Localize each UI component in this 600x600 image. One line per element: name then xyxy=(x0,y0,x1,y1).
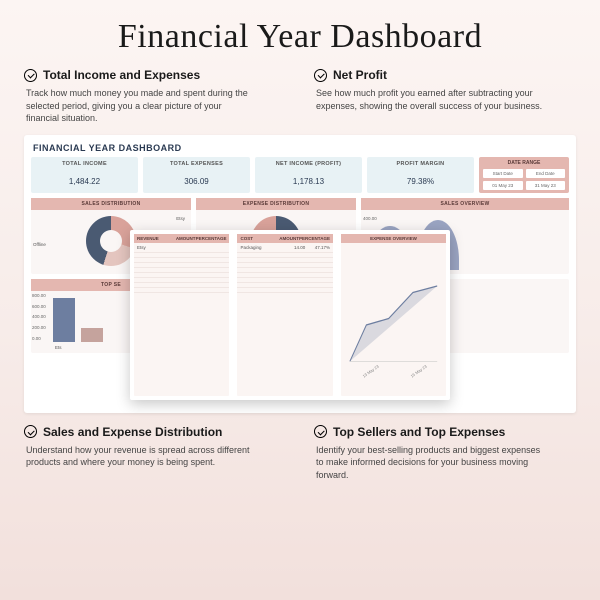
donut-chart-icon xyxy=(86,216,136,266)
kpi-card: NET INCOME (PROFIT)1,178.13 xyxy=(255,157,362,193)
page-title: Financial Year Dashboard xyxy=(24,18,576,56)
feature-heading: Sales and Expense Distribution xyxy=(43,425,222,439)
popup-tables: REVENUEAMOUNTPERCENTAGE Etsy COSTAMOUNTP… xyxy=(130,230,450,400)
check-icon xyxy=(314,69,327,82)
dashboard-heading: FINANCIAL YEAR DASHBOARD xyxy=(31,141,569,157)
feature-desc: Identify your best-selling products and … xyxy=(314,444,544,482)
feature-heading: Top Sellers and Top Expenses xyxy=(333,425,505,439)
line-chart-icon: 13 May 23 15 May 23 xyxy=(345,247,442,377)
feature-heading: Net Profit xyxy=(333,68,387,82)
feature-heading: Total Income and Expenses xyxy=(43,68,200,82)
kpi-card: TOTAL EXPENSES306.09 xyxy=(143,157,250,193)
features-bottom: Sales and Expense Distribution Understan… xyxy=(24,425,576,482)
kpi-card: PROFIT MARGIN79.38% xyxy=(367,157,474,193)
feature-desc: Understand how your revenue is spread ac… xyxy=(24,444,254,469)
check-icon xyxy=(314,425,327,438)
check-icon xyxy=(24,425,37,438)
date-range-card: DATE RANGE Start DateEnd Date 01 May 233… xyxy=(479,157,569,193)
feature-desc: Track how much money you made and spent … xyxy=(24,87,254,125)
kpi-card: TOTAL INCOME1,484.22 xyxy=(31,157,138,193)
feature-desc: See how much profit you earned after sub… xyxy=(314,87,544,112)
check-icon xyxy=(24,69,37,82)
features-top: Total Income and Expenses Track how much… xyxy=(24,68,576,125)
